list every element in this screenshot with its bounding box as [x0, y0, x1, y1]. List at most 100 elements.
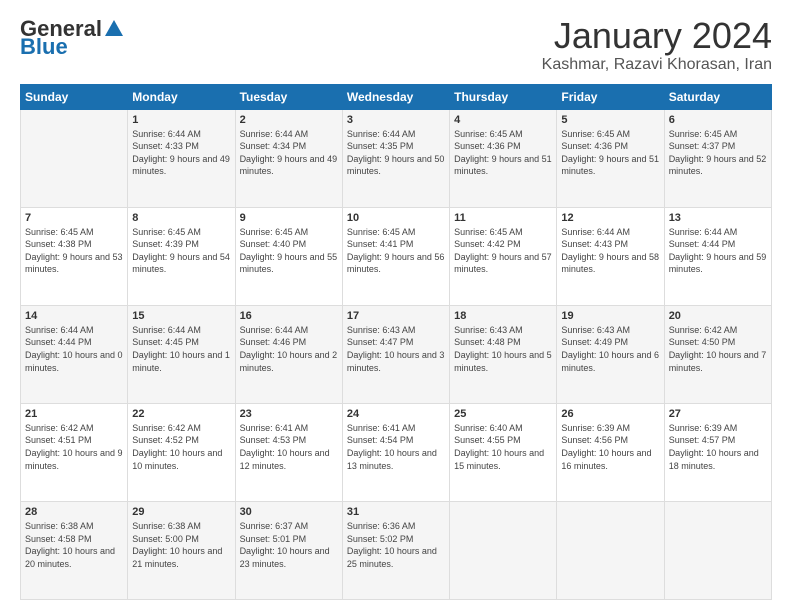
calendar-cell: 23Sunrise: 6:41 AM Sunset: 4:53 PM Dayli… [235, 403, 342, 501]
page-subtitle: Kashmar, Razavi Khorasan, Iran [542, 56, 772, 74]
header-day-saturday: Saturday [664, 84, 771, 109]
cell-details: Sunrise: 6:43 AM Sunset: 4:47 PM Dayligh… [347, 324, 445, 374]
cell-details: Sunrise: 6:45 AM Sunset: 4:38 PM Dayligh… [25, 226, 123, 276]
logo: General Blue [20, 16, 126, 60]
calendar-cell: 5 Sunrise: 6:45 AM Sunset: 4:36 PM Daylig… [557, 109, 664, 207]
header-day-thursday: Thursday [450, 84, 557, 109]
calendar-cell: 30 Sunrise: 6:37 AM Sunset: 5:01 PM Dayli… [235, 501, 342, 599]
cell-details: Sunrise: 6:42 AM Sunset: 4:51 PM Dayligh… [25, 422, 123, 472]
cell-details: Sunrise: 6:45 AM Sunset: 4:39 PM Dayligh… [132, 226, 230, 276]
day-number: 29 [132, 506, 230, 518]
calendar-cell: 24 Sunrise: 6:41 AM Sunset: 4:54 PM Dayli… [342, 403, 449, 501]
page-title: January 2024 [542, 16, 772, 56]
day-number: 7 [25, 212, 123, 224]
day-number: 18 [454, 310, 552, 322]
calendar-cell: 25Sunrise: 6:40 AM Sunset: 4:55 PM Dayli… [450, 403, 557, 501]
day-number: 6 [669, 114, 767, 126]
header: General Blue January 2024 Kashmar, Razav… [20, 16, 772, 74]
cell-details: Sunrise: 6:36 AM Sunset: 5:02 PM Dayligh… [347, 520, 445, 570]
calendar-cell: 6 Sunrise: 6:45 AM Sunset: 4:37 PM Daylig… [664, 109, 771, 207]
day-number: 9 [240, 212, 338, 224]
cell-details: Sunrise: 6:44 AM Sunset: 4:33 PM Dayligh… [132, 128, 230, 178]
calendar-cell: 16Sunrise: 6:44 AM Sunset: 4:46 PM Dayli… [235, 305, 342, 403]
day-number: 28 [25, 506, 123, 518]
cell-details: Sunrise: 6:44 AM Sunset: 4:46 PM Dayligh… [240, 324, 338, 374]
day-number: 8 [132, 212, 230, 224]
day-number: 15 [132, 310, 230, 322]
calendar-cell: 9Sunrise: 6:45 AM Sunset: 4:40 PM Daylig… [235, 207, 342, 305]
header-day-sunday: Sunday [21, 84, 128, 109]
calendar-cell: 7 Sunrise: 6:45 AM Sunset: 4:38 PM Daylig… [21, 207, 128, 305]
calendar-cell [450, 501, 557, 599]
cell-details: Sunrise: 6:39 AM Sunset: 4:57 PM Dayligh… [669, 422, 767, 472]
cell-details: Sunrise: 6:38 AM Sunset: 5:00 PM Dayligh… [132, 520, 230, 570]
calendar-week-1: 1 Sunrise: 6:44 AM Sunset: 4:33 PM Daylig… [21, 109, 772, 207]
cell-details: Sunrise: 6:45 AM Sunset: 4:36 PM Dayligh… [561, 128, 659, 178]
calendar-cell: 2 Sunrise: 6:44 AM Sunset: 4:34 PM Daylig… [235, 109, 342, 207]
day-number: 11 [454, 212, 552, 224]
cell-details: Sunrise: 6:42 AM Sunset: 4:52 PM Dayligh… [132, 422, 230, 472]
calendar-cell: 19 Sunrise: 6:43 AM Sunset: 4:49 PM Dayli… [557, 305, 664, 403]
calendar-cell: 26 Sunrise: 6:39 AM Sunset: 4:56 PM Dayli… [557, 403, 664, 501]
day-number: 24 [347, 408, 445, 420]
calendar-cell: 3Sunrise: 6:44 AM Sunset: 4:35 PM Daylig… [342, 109, 449, 207]
calendar-cell: 13 Sunrise: 6:44 AM Sunset: 4:44 PM Dayli… [664, 207, 771, 305]
calendar-cell: 17 Sunrise: 6:43 AM Sunset: 4:47 PM Dayli… [342, 305, 449, 403]
title-block: January 2024 Kashmar, Razavi Khorasan, I… [542, 16, 772, 74]
day-number: 4 [454, 114, 552, 126]
day-number: 22 [132, 408, 230, 420]
calendar-cell: 20 Sunrise: 6:42 AM Sunset: 4:50 PM Dayli… [664, 305, 771, 403]
day-number: 5 [561, 114, 659, 126]
calendar-cell: 22 Sunrise: 6:42 AM Sunset: 4:52 PM Dayli… [128, 403, 235, 501]
day-number: 10 [347, 212, 445, 224]
calendar-cell: 10 Sunrise: 6:45 AM Sunset: 4:41 PM Dayli… [342, 207, 449, 305]
day-number: 23 [240, 408, 338, 420]
day-number: 30 [240, 506, 338, 518]
header-day-wednesday: Wednesday [342, 84, 449, 109]
cell-details: Sunrise: 6:39 AM Sunset: 4:56 PM Dayligh… [561, 422, 659, 472]
calendar-week-3: 14Sunrise: 6:44 AM Sunset: 4:44 PM Dayli… [21, 305, 772, 403]
cell-details: Sunrise: 6:41 AM Sunset: 4:54 PM Dayligh… [347, 422, 445, 472]
calendar-cell [557, 501, 664, 599]
calendar-cell: 21Sunrise: 6:42 AM Sunset: 4:51 PM Dayli… [21, 403, 128, 501]
day-number: 13 [669, 212, 767, 224]
calendar-cell [21, 109, 128, 207]
header-day-monday: Monday [128, 84, 235, 109]
calendar-cell: 4 Sunrise: 6:45 AM Sunset: 4:36 PM Daylig… [450, 109, 557, 207]
cell-details: Sunrise: 6:44 AM Sunset: 4:43 PM Dayligh… [561, 226, 659, 276]
day-number: 1 [132, 114, 230, 126]
cell-details: Sunrise: 6:44 AM Sunset: 4:45 PM Dayligh… [132, 324, 230, 374]
logo-icon [103, 18, 125, 40]
cell-details: Sunrise: 6:45 AM Sunset: 4:37 PM Dayligh… [669, 128, 767, 178]
cell-details: Sunrise: 6:37 AM Sunset: 5:01 PM Dayligh… [240, 520, 338, 570]
calendar-cell: 11Sunrise: 6:45 AM Sunset: 4:42 PM Dayli… [450, 207, 557, 305]
calendar-cell: 12 Sunrise: 6:44 AM Sunset: 4:43 PM Dayli… [557, 207, 664, 305]
day-number: 12 [561, 212, 659, 224]
day-number: 26 [561, 408, 659, 420]
day-number: 2 [240, 114, 338, 126]
day-number: 20 [669, 310, 767, 322]
calendar-header-row: SundayMondayTuesdayWednesdayThursdayFrid… [21, 84, 772, 109]
calendar-table: SundayMondayTuesdayWednesdayThursdayFrid… [20, 84, 772, 600]
cell-details: Sunrise: 6:45 AM Sunset: 4:41 PM Dayligh… [347, 226, 445, 276]
cell-details: Sunrise: 6:44 AM Sunset: 4:34 PM Dayligh… [240, 128, 338, 178]
day-number: 19 [561, 310, 659, 322]
cell-details: Sunrise: 6:44 AM Sunset: 4:44 PM Dayligh… [669, 226, 767, 276]
page: General Blue January 2024 Kashmar, Razav… [0, 0, 792, 612]
calendar-cell: 31Sunrise: 6:36 AM Sunset: 5:02 PM Dayli… [342, 501, 449, 599]
cell-details: Sunrise: 6:42 AM Sunset: 4:50 PM Dayligh… [669, 324, 767, 374]
calendar-cell: 29 Sunrise: 6:38 AM Sunset: 5:00 PM Dayli… [128, 501, 235, 599]
calendar-cell: 14Sunrise: 6:44 AM Sunset: 4:44 PM Dayli… [21, 305, 128, 403]
cell-details: Sunrise: 6:44 AM Sunset: 4:35 PM Dayligh… [347, 128, 445, 178]
day-number: 17 [347, 310, 445, 322]
header-day-friday: Friday [557, 84, 664, 109]
calendar-cell: 8 Sunrise: 6:45 AM Sunset: 4:39 PM Daylig… [128, 207, 235, 305]
cell-details: Sunrise: 6:40 AM Sunset: 4:55 PM Dayligh… [454, 422, 552, 472]
logo-blue-text: Blue [20, 34, 68, 60]
calendar-cell: 15 Sunrise: 6:44 AM Sunset: 4:45 PM Dayli… [128, 305, 235, 403]
calendar-cell: 27 Sunrise: 6:39 AM Sunset: 4:57 PM Dayli… [664, 403, 771, 501]
day-number: 14 [25, 310, 123, 322]
cell-details: Sunrise: 6:43 AM Sunset: 4:49 PM Dayligh… [561, 324, 659, 374]
day-number: 27 [669, 408, 767, 420]
cell-details: Sunrise: 6:45 AM Sunset: 4:36 PM Dayligh… [454, 128, 552, 178]
